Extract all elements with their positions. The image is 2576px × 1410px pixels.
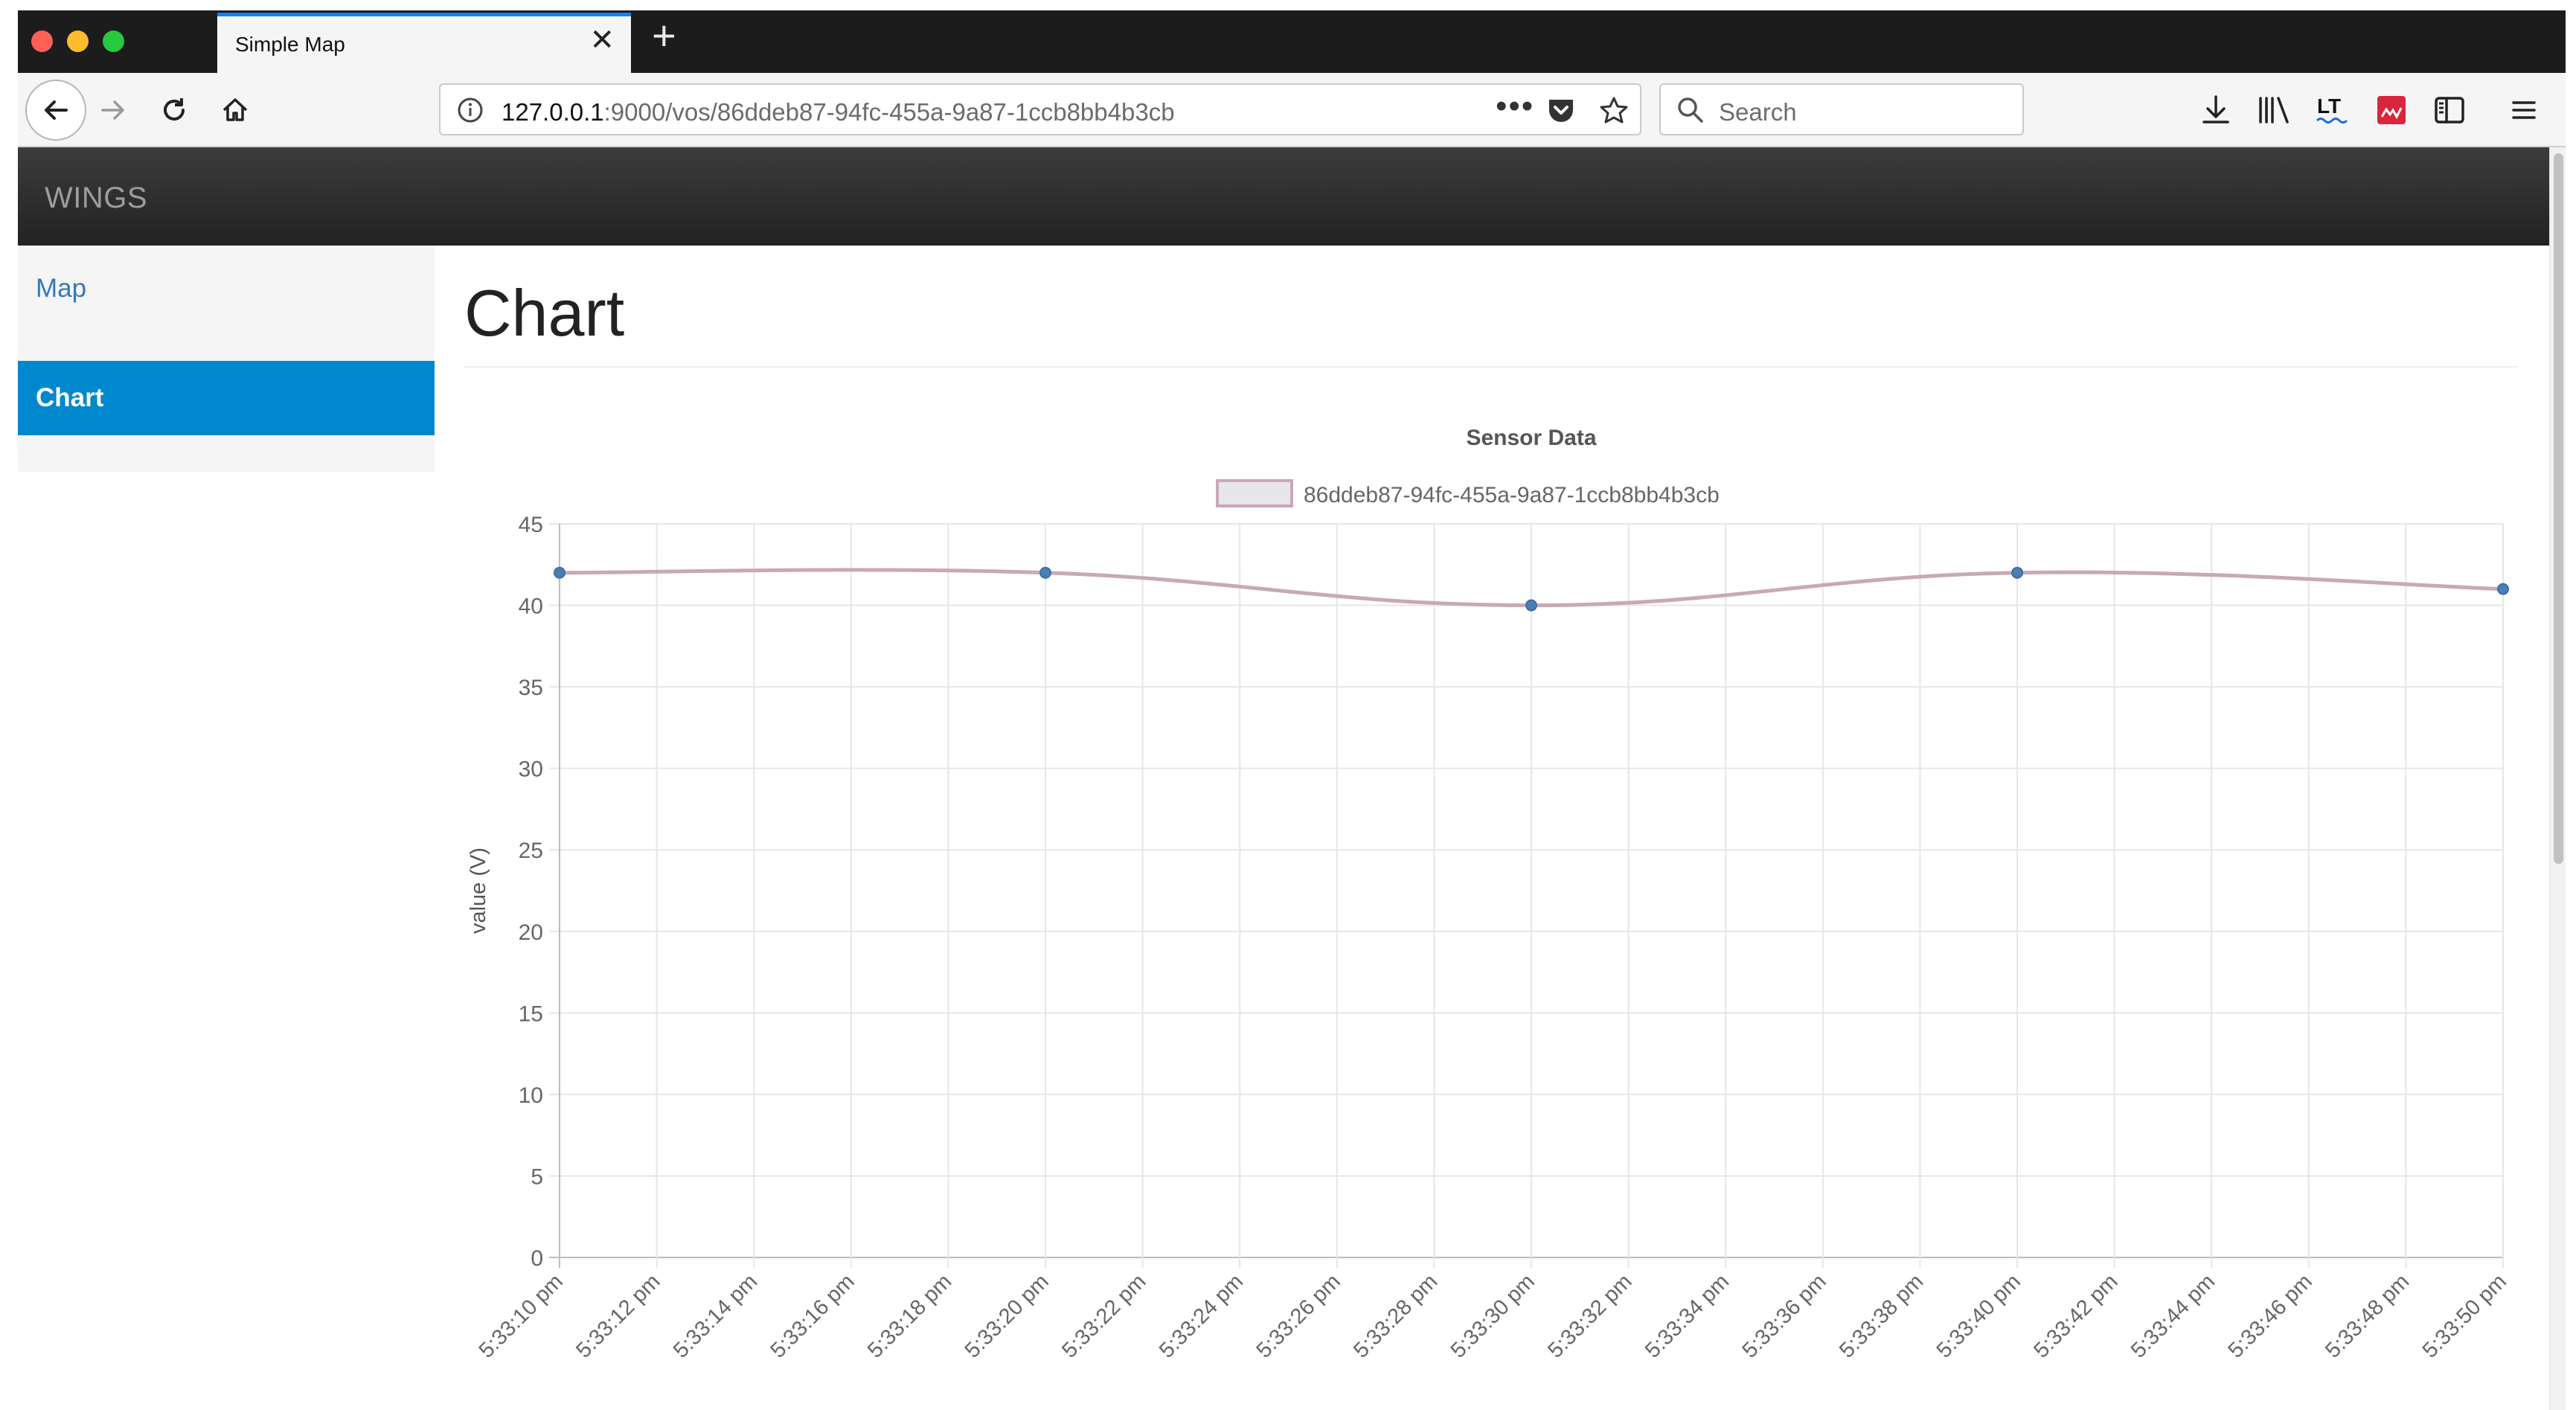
scrollbar-thumb[interactable] — [2554, 153, 2563, 864]
x-tick-label: 5:33:34 pm — [1641, 1269, 1734, 1362]
x-tick-label: 5:33:36 pm — [1738, 1269, 1831, 1362]
x-tick-label: 5:33:50 pm — [2418, 1269, 2511, 1362]
y-tick-label: 0 — [531, 1246, 543, 1271]
x-tick-label: 5:33:40 pm — [1932, 1269, 2025, 1362]
y-tick-label: 5 — [531, 1164, 543, 1189]
y-tick-label: 40 — [519, 595, 543, 619]
browser-window: Simple Map ✕ + 127.0.0.1:9000/vos/86ddeb… — [18, 10, 2566, 1410]
data-point — [1525, 599, 1537, 612]
y-tick-label: 30 — [519, 757, 543, 782]
data-point — [2497, 583, 2509, 595]
data-point — [2011, 566, 2023, 579]
y-tick-label: 45 — [519, 513, 543, 537]
x-tick-label: 5:33:44 pm — [2127, 1269, 2220, 1362]
sensor-data-chart: 0510152025303540455:33:10 pm 5:33:12 pm 5:… — [467, 426, 2511, 1363]
legend-label: 86ddeb87-94fc-455a-9a87-1ccb8bb4b3cb — [1304, 483, 1720, 507]
x-tick-label: 5:33:28 pm — [1349, 1269, 1442, 1362]
chart-title: Sensor Data — [1466, 426, 1596, 450]
x-tick-label: 5:33:18 pm — [863, 1269, 956, 1362]
y-tick-label: 25 — [519, 839, 543, 863]
y-tick-label: 35 — [519, 676, 543, 700]
y-tick-label: 10 — [519, 1083, 543, 1108]
x-tick-label: 5:33:12 pm — [571, 1269, 664, 1362]
x-tick-label: 5:33:16 pm — [766, 1269, 859, 1362]
x-tick-label: 5:33:24 pm — [1155, 1269, 1248, 1362]
x-tick-label: 5:33:26 pm — [1252, 1269, 1345, 1362]
x-tick-label: 5:33:10 pm — [475, 1269, 568, 1362]
x-tick-label: 5:33:30 pm — [1446, 1269, 1539, 1362]
y-axis-label: value (V) — [467, 847, 490, 934]
data-point — [1039, 566, 1051, 579]
x-tick-label: 5:33:48 pm — [2321, 1269, 2414, 1362]
x-tick-label: 5:33:20 pm — [961, 1269, 1054, 1362]
legend-swatch — [1216, 479, 1293, 507]
x-tick-label: 5:33:32 pm — [1543, 1269, 1636, 1362]
x-tick-label: 5:33:14 pm — [669, 1269, 762, 1362]
x-tick-label: 5:33:42 pm — [2029, 1269, 2122, 1362]
x-tick-label: 5:33:46 pm — [2224, 1269, 2317, 1362]
y-tick-label: 15 — [519, 1002, 543, 1026]
x-tick-label: 5:33:22 pm — [1057, 1269, 1150, 1362]
page-scrollbar[interactable] — [2549, 147, 2566, 1410]
y-tick-label: 20 — [519, 920, 543, 945]
x-tick-label: 5:33:38 pm — [1835, 1269, 1928, 1362]
data-point — [554, 566, 565, 579]
